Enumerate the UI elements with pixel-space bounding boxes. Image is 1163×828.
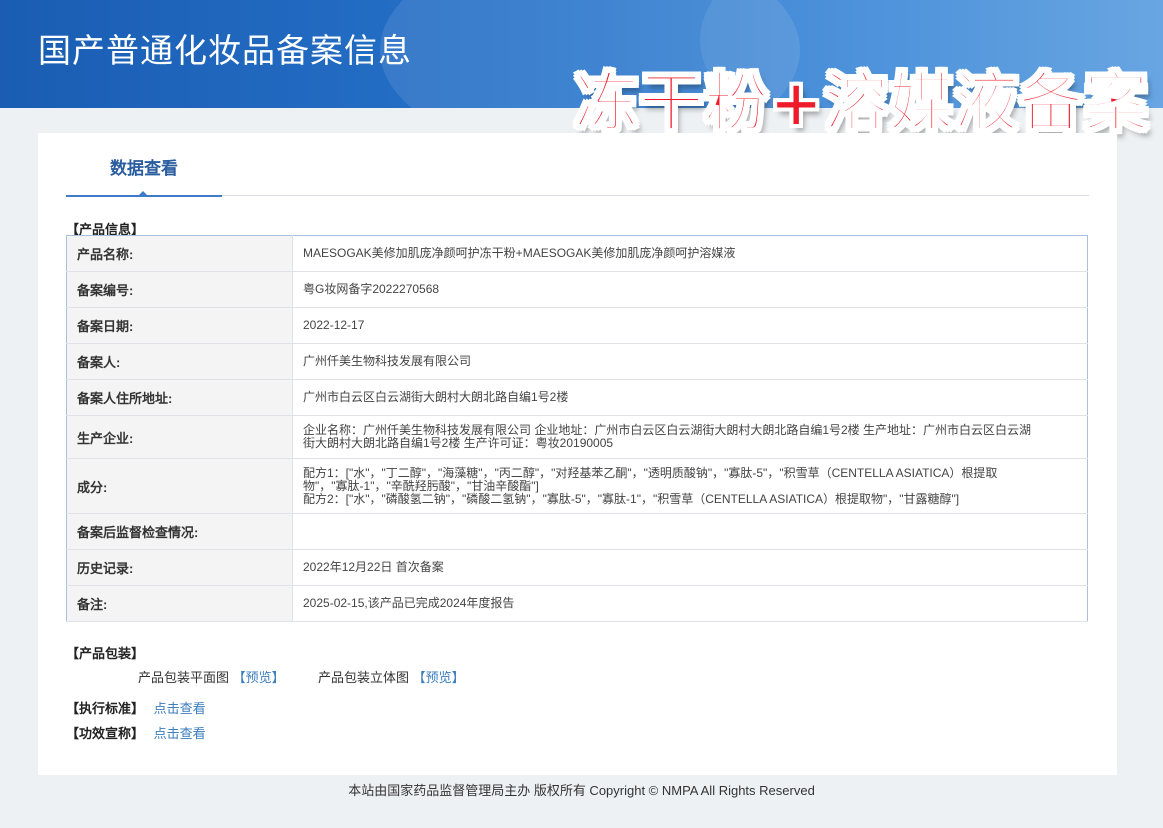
packaging-solid-preview-link[interactable]: 【预览】 (413, 670, 465, 685)
row-label: 历史记录: (66, 549, 293, 586)
table-row: 备案人: 广州仟美生物科技发展有限公司 (66, 343, 1088, 380)
efficacy-view-link[interactable]: 点击查看 (154, 726, 206, 741)
tab-label: 数据查看 (110, 159, 178, 178)
row-value: 2022年12月22日 首次备案 (292, 549, 1088, 586)
row-label: 备案人: (66, 343, 293, 380)
standard-label: 【执行标准】 (66, 701, 145, 716)
table-row: 备案编号: 粤G妆网备字2022270568 (66, 271, 1088, 308)
row-label: 备注: (66, 585, 293, 622)
row-value: 2022-12-17 (292, 307, 1088, 344)
row-value: 2025-02-15,该产品已完成2024年度报告 (292, 585, 1088, 622)
packaging-flat-label: 产品包装平面图 (138, 670, 230, 685)
row-label: 产品名称: (66, 235, 293, 272)
row-value: 广州仟美生物科技发展有限公司 (292, 343, 1088, 380)
packaging-heading: 【产品包装】 (66, 646, 145, 661)
page-title: 国产普通化妆品备案信息 (38, 31, 412, 70)
row-label: 备案后监督检查情况: (66, 513, 293, 550)
content-card: 数据查看 【产品信息】 产品名称: MAESOGAK美修加肌庞净颜呵护冻干粉+M… (38, 133, 1117, 775)
overlay-caption: 冻干粉+溶媒液备案 (573, 66, 1149, 142)
row-label: 备案人住所地址: (66, 379, 293, 416)
packaging-solid: 产品包装立体图 【预览】 (318, 667, 465, 686)
table-row: 历史记录: 2022年12月22日 首次备案 (66, 549, 1088, 586)
row-label: 成分: (66, 458, 293, 514)
table-row: 备注: 2025-02-15,该产品已完成2024年度报告 (66, 585, 1088, 622)
row-label: 备案编号: (66, 271, 293, 308)
table-row: 生产企业: 企业名称：广州仟美生物科技发展有限公司 企业地址：广州市白云区白云湖… (66, 415, 1088, 459)
table-row: 备案日期: 2022-12-17 (66, 307, 1088, 344)
packaging-flat-preview-link[interactable]: 【预览】 (233, 670, 285, 685)
product-info-table: 产品名称: MAESOGAK美修加肌庞净颜呵护冻干粉+MAESOGAK美修加肌庞… (66, 235, 1088, 622)
efficacy-label: 【功效宣称】 (66, 726, 145, 741)
packaging-flat: 产品包装平面图 【预览】 (138, 667, 285, 686)
row-value: 粤G妆网备字2022270568 (292, 271, 1088, 308)
row-value: MAESOGAK美修加肌庞净颜呵护冻干粉+MAESOGAK美修加肌庞净颜呵护溶媒… (292, 235, 1088, 272)
table-row: 备案人住所地址: 广州市白云区白云湖街大朗村大朗北路自编1号2楼 (66, 379, 1088, 416)
standard-view-link[interactable]: 点击查看 (154, 701, 206, 716)
packaging-solid-label: 产品包装立体图 (318, 670, 410, 685)
table-row: 备案后监督检查情况: (66, 513, 1088, 550)
row-label: 备案日期: (66, 307, 293, 344)
table-row: 产品名称: MAESOGAK美修加肌庞净颜呵护冻干粉+MAESOGAK美修加肌庞… (66, 235, 1088, 272)
efficacy-row: 【功效宣称】 点击查看 (66, 723, 206, 742)
row-value: 广州市白云区白云湖街大朗村大朗北路自编1号2楼 (292, 379, 1088, 416)
footer-copyright: 本站由国家药品监督管理局主办 版权所有 Copyright © NMPA All… (348, 783, 815, 798)
tab-data-view[interactable]: 数据查看 (66, 133, 222, 197)
row-value (292, 513, 1088, 550)
table-row: 成分: 配方1：["水"，"丁二醇"，"海藻糖"，"丙二醇"，"对羟基苯乙酮"，… (66, 458, 1088, 514)
tab-caret-icon (138, 191, 148, 196)
tab-bar: 数据查看 (66, 133, 1089, 197)
standard-row: 【执行标准】 点击查看 (66, 698, 206, 717)
row-label: 生产企业: (66, 415, 293, 459)
row-value: 企业名称：广州仟美生物科技发展有限公司 企业地址：广州市白云区白云湖街大朗村大朗… (292, 415, 1088, 459)
row-value: 配方1：["水"，"丁二醇"，"海藻糖"，"丙二醇"，"对羟基苯乙酮"，"透明质… (292, 458, 1088, 514)
